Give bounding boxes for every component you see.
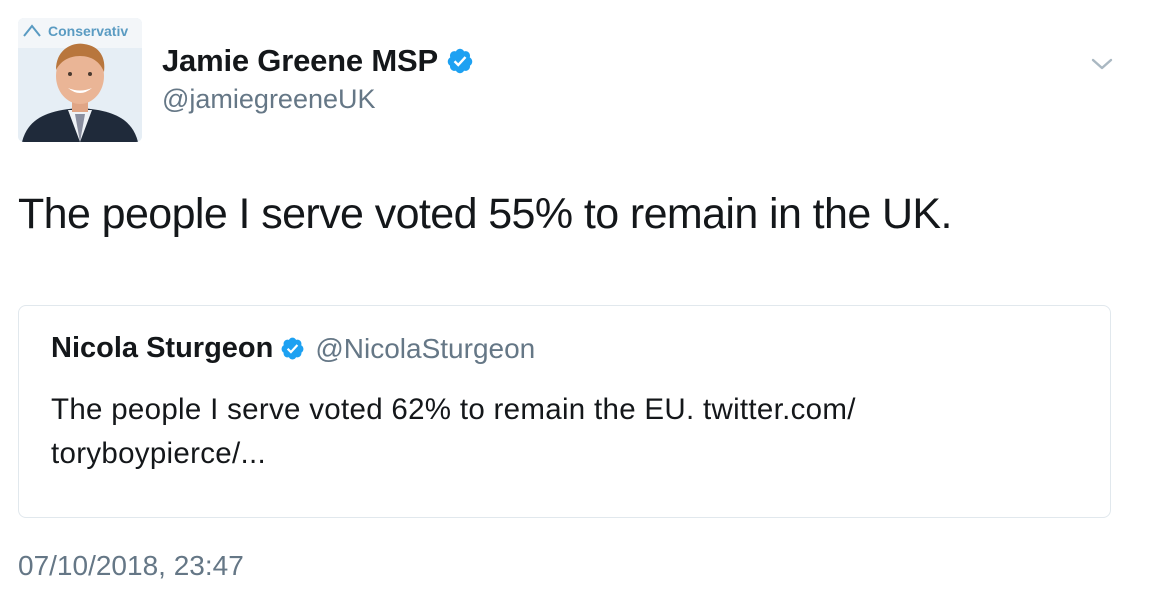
quoted-tweet-header: Nicola Sturgeon @NicolaSturgeon — [51, 332, 535, 365]
quoted-tweet-card[interactable]: Nicola Sturgeon @NicolaSturgeon The peop… — [18, 305, 1111, 518]
quoted-tweet-text-line: The people I serve voted 62% to remain t… — [51, 393, 856, 426]
verified-badge-icon — [446, 47, 474, 75]
avatar[interactable]: Conservativ — [18, 18, 142, 142]
quoted-tweet-text-line: toryboypierce/... — [51, 437, 266, 470]
avatar-image: Conservativ — [18, 18, 142, 142]
author-handle[interactable]: @jamiegreeneUK — [162, 84, 376, 115]
quoted-author-handle: @NicolaSturgeon — [315, 332, 536, 364]
quoted-author-name: Nicola Sturgeon — [51, 332, 274, 364]
author-name-row[interactable]: Jamie Greene MSP — [162, 40, 474, 82]
avatar-backdrop-text: Conservativ — [48, 23, 128, 39]
quoted-tweet-text: The people I serve voted 62% to remain t… — [51, 388, 1071, 476]
chevron-down-icon[interactable] — [1090, 54, 1114, 74]
tweet-text: The people I serve voted 55% to remain i… — [18, 190, 952, 238]
author-display-name[interactable]: Jamie Greene MSP — [162, 43, 438, 79]
tweet-timestamp[interactable]: 07/10/2018, 23:47 — [18, 550, 244, 582]
quoted-verified-badge-icon — [280, 336, 305, 361]
